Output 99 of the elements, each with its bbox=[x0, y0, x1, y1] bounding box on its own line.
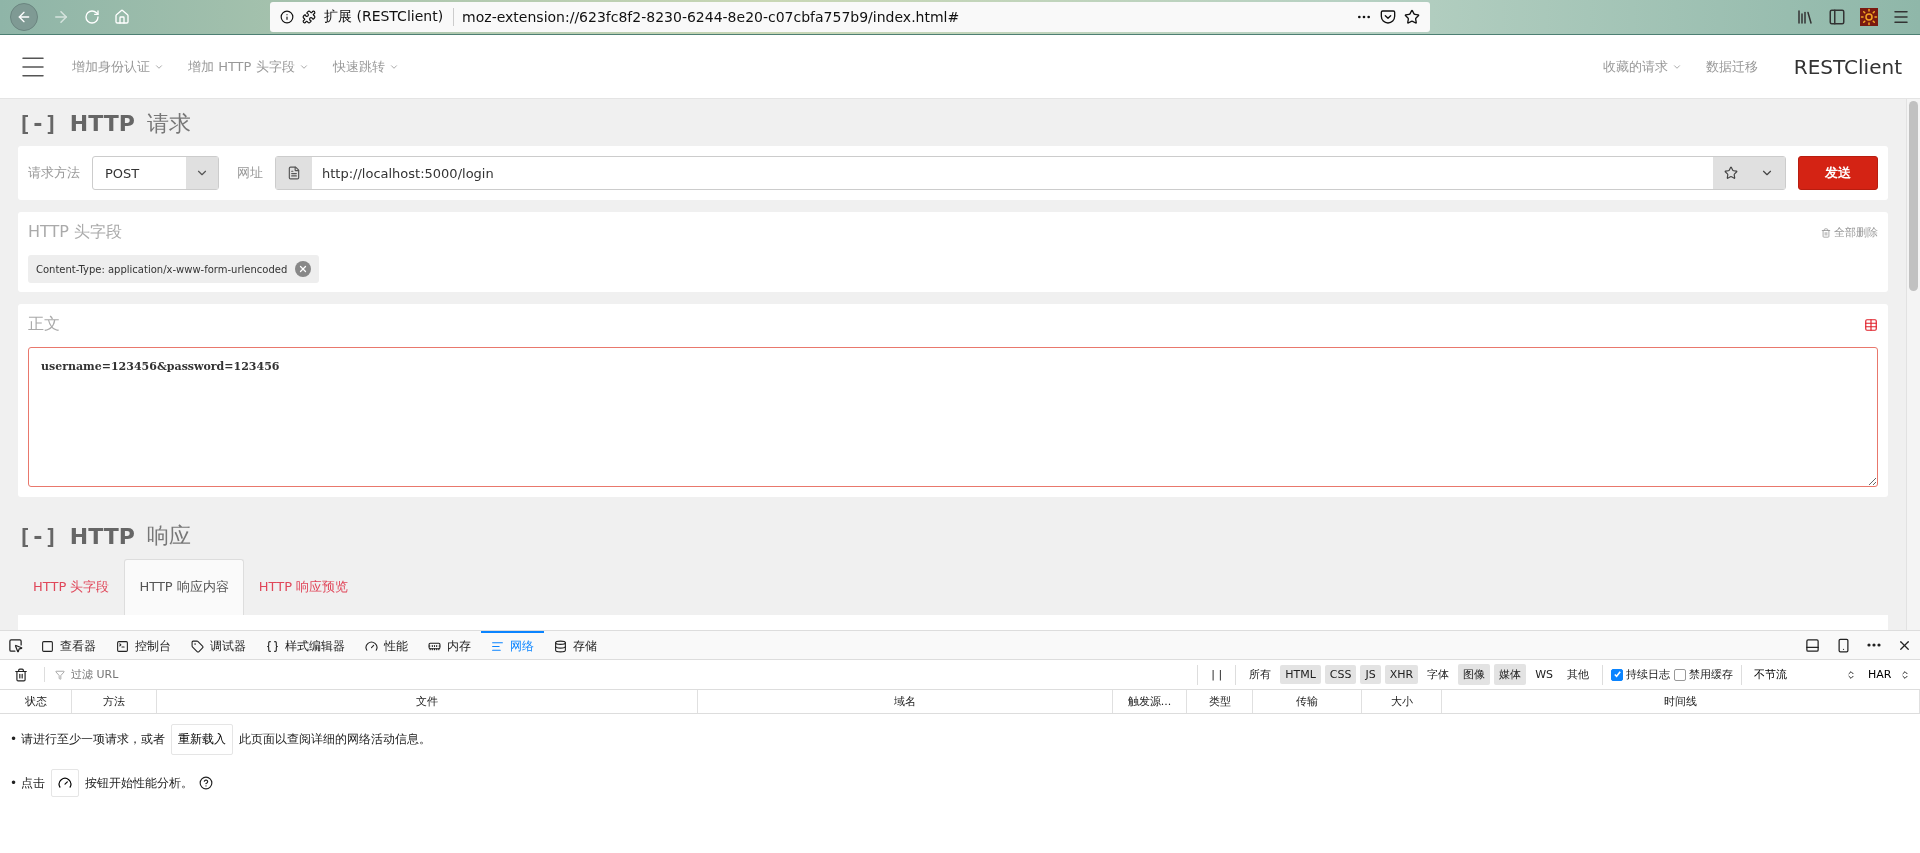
info-icon bbox=[280, 10, 294, 24]
filter-button[interactable]: 其他 bbox=[1562, 664, 1594, 685]
back-button[interactable] bbox=[10, 3, 38, 31]
filter-button[interactable]: 媒体 bbox=[1494, 664, 1527, 685]
devtools-tab[interactable]: 存储 bbox=[544, 631, 607, 659]
response-tab[interactable]: HTTP 响应预览 bbox=[243, 558, 364, 615]
more-icon bbox=[1867, 643, 1881, 647]
method-label: 请求方法 bbox=[28, 164, 80, 183]
star-icon[interactable] bbox=[1404, 9, 1420, 25]
tab-icon bbox=[191, 639, 204, 653]
puzzle-icon bbox=[302, 10, 316, 24]
section-title: 响应 bbox=[146, 522, 191, 551]
devtools-tab[interactable]: 内存 bbox=[418, 631, 481, 659]
tab-icon bbox=[554, 639, 567, 653]
column-header[interactable]: 触发源... bbox=[1113, 690, 1187, 713]
library-icon[interactable] bbox=[1796, 8, 1814, 26]
response-tab[interactable]: HTTP 响应内容 bbox=[124, 558, 244, 615]
brand-name: RESTClient bbox=[1793, 54, 1902, 79]
method-select[interactable]: POST bbox=[92, 156, 219, 191]
tab-icon bbox=[116, 639, 129, 653]
devtools-tab[interactable]: 样式编辑器 bbox=[256, 631, 355, 659]
column-header[interactable]: 状态 bbox=[0, 690, 72, 713]
phone-icon bbox=[1836, 637, 1851, 653]
pause-button[interactable]: | | bbox=[1206, 665, 1228, 684]
column-header[interactable]: 大小 bbox=[1362, 690, 1442, 713]
reload-button[interactable]: 重新载入 bbox=[170, 724, 233, 755]
filter-button[interactable]: XHR bbox=[1384, 665, 1419, 684]
send-button[interactable]: 发送 bbox=[1798, 156, 1878, 191]
performance-button[interactable] bbox=[50, 769, 79, 797]
filter-button[interactable]: JS bbox=[1360, 665, 1381, 684]
response-tab[interactable]: HTTP 头字段 bbox=[18, 558, 125, 615]
menu-icon[interactable] bbox=[1892, 8, 1910, 26]
updown-icon bbox=[1900, 669, 1910, 680]
checkbox-label: 持续日志 bbox=[1626, 667, 1670, 682]
collapse-toggle[interactable]: [-] bbox=[18, 111, 58, 137]
hint-text: 按钮开始性能分析。 bbox=[84, 774, 193, 792]
throttle-select[interactable]: 不节流 bbox=[1750, 667, 1860, 682]
devtools-tab[interactable]: 网络 bbox=[481, 631, 544, 659]
column-header[interactable]: 方法 bbox=[72, 690, 157, 713]
filter-button[interactable]: CSS bbox=[1324, 665, 1357, 684]
hint-text: 此页面以查阅详细的网络活动信息。 bbox=[238, 731, 431, 748]
filter-button[interactable]: 字体 bbox=[1422, 664, 1455, 685]
tab-icon bbox=[365, 639, 378, 653]
url-text: moz-extension://623fc8f2-8230-6244-8e20-c07cbfa757b9/index.html# bbox=[462, 9, 961, 25]
body-textarea[interactable]: username=123456&password=123456 bbox=[28, 347, 1878, 488]
tab-icon bbox=[491, 639, 504, 653]
back-arrow-icon bbox=[16, 9, 32, 25]
filter-button[interactable]: 所有 bbox=[1244, 664, 1277, 685]
header-tag: Content-Type: application/x-www-form-urlencoded bbox=[28, 255, 320, 284]
checkbox[interactable] bbox=[1611, 668, 1623, 681]
trash-icon bbox=[14, 667, 28, 682]
reload-icon bbox=[84, 9, 100, 25]
trash-icon bbox=[1821, 227, 1831, 238]
tab-icon bbox=[41, 639, 54, 653]
column-header[interactable]: 类型 bbox=[1187, 690, 1253, 713]
sidebar-icon[interactable] bbox=[1828, 8, 1846, 26]
pointer-square-icon bbox=[8, 637, 23, 653]
devtools-tab[interactable]: 调试器 bbox=[181, 631, 256, 659]
hint-text: • 请进行至少一项请求，或者 bbox=[10, 731, 165, 748]
section-title: 请求 bbox=[146, 109, 191, 138]
collapse-toggle[interactable]: [-] bbox=[18, 523, 58, 549]
card-title: 正文 bbox=[28, 314, 60, 336]
checkbox[interactable] bbox=[1674, 668, 1686, 681]
card-title: HTTP 头字段 bbox=[28, 222, 123, 244]
filter-button[interactable]: HTML bbox=[1280, 665, 1321, 684]
site-label: 扩展 (RESTClient) bbox=[324, 8, 455, 26]
updown-icon bbox=[1846, 669, 1856, 680]
gauge-icon bbox=[57, 776, 72, 790]
sun-icon[interactable] bbox=[1860, 8, 1878, 26]
tab-icon bbox=[266, 639, 279, 653]
help-icon[interactable] bbox=[198, 776, 213, 790]
document-icon bbox=[287, 166, 301, 181]
star-icon bbox=[1724, 166, 1738, 181]
column-header[interactable]: 时间线 bbox=[1442, 690, 1920, 713]
column-header[interactable]: 域名 bbox=[698, 690, 1113, 713]
scrollbar-thumb[interactable] bbox=[1909, 101, 1918, 291]
hint-text: • 点击 bbox=[10, 774, 45, 792]
favorite-button[interactable] bbox=[1713, 157, 1749, 190]
home-icon bbox=[114, 9, 130, 25]
column-header[interactable]: 文件 bbox=[157, 690, 698, 713]
panel-icon bbox=[1805, 637, 1820, 653]
url-label: 网址 bbox=[237, 164, 263, 183]
har-select[interactable]: HAR bbox=[1864, 668, 1914, 681]
filter-button[interactable]: WS bbox=[1530, 665, 1558, 684]
devtools-tab[interactable]: 性能 bbox=[355, 631, 418, 659]
filter-icon bbox=[55, 669, 65, 680]
forward-arrow-icon bbox=[52, 8, 70, 26]
checkbox-label: 禁用缓存 bbox=[1689, 667, 1733, 682]
column-header[interactable]: 传输 bbox=[1253, 690, 1362, 713]
close-icon bbox=[298, 264, 309, 275]
section-title: HTTP bbox=[69, 111, 135, 137]
table-icon[interactable] bbox=[1864, 317, 1878, 332]
section-title: HTTP bbox=[69, 523, 135, 549]
remove-tag-button[interactable] bbox=[295, 261, 312, 278]
devtools-tab[interactable]: 查看器 bbox=[31, 631, 106, 659]
pocket-icon[interactable] bbox=[1380, 9, 1396, 25]
devtools-tab[interactable]: 控制台 bbox=[106, 631, 181, 659]
filter-button[interactable]: 图像 bbox=[1458, 664, 1491, 685]
address-bar[interactable]: 扩展 (RESTClient) moz-extension://623fc8f2-8230-6244-8e20-c07cbfa757b9/index.html# bbox=[270, 2, 1430, 32]
